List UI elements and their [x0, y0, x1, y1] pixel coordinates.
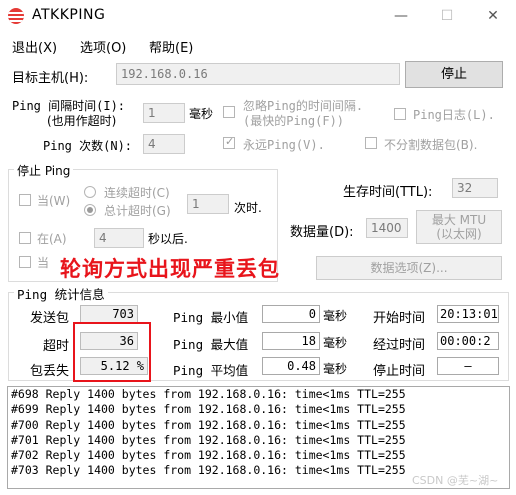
ttl-label: 生存时间(TTL):: [343, 185, 433, 200]
total-timeout-label: 总计超时(G): [104, 204, 171, 218]
log-line: #698 Reply 1400 bytes from 192.168.0.16:…: [11, 387, 406, 401]
data-options-button[interactable]: 数据选项(Z)...: [316, 256, 502, 280]
forever-ping-label: 永远Ping(V).: [243, 138, 325, 152]
watermark: CSDN @芜~湖~: [412, 474, 499, 487]
data-options-label: 数据选项(Z)...: [370, 261, 448, 275]
min-ping-unit: 毫秒: [323, 309, 348, 323]
stop-button[interactable]: 停止: [405, 61, 503, 88]
consecutive-timeout-label: 连续超时(C): [104, 186, 170, 200]
elapsed-time-label: 经过时间: [373, 338, 426, 353]
log-line: #699 Reply 1400 bytes from 192.168.0.16:…: [11, 402, 406, 417]
third-checkbox[interactable]: [19, 256, 31, 268]
app-icon: [8, 8, 24, 24]
no-fragment-label: 不分割数据包(B).: [384, 138, 478, 152]
forever-ping-checkbox[interactable]: [223, 135, 235, 149]
timeout-label: 超时: [43, 339, 70, 354]
log-line: #701 Reply 1400 bytes from 192.168.0.16:…: [11, 432, 406, 447]
close-button[interactable]: ✕: [470, 0, 516, 32]
data-size-input[interactable]: 1400: [366, 218, 408, 238]
start-time-label: 开始时间: [373, 311, 426, 326]
at-label: 在(A): [37, 232, 67, 246]
min-ping-value: 0: [262, 305, 320, 323]
menu-help[interactable]: 帮助(E): [149, 37, 193, 56]
menu-exit[interactable]: 退出(X): [12, 37, 57, 56]
stats-group-title: Ping 统计信息: [14, 284, 108, 303]
interval-unit: 毫秒: [189, 107, 214, 121]
annotation-text: 轮询方式出现严重丢包: [60, 256, 280, 281]
stop-time-label: 停止时间: [373, 364, 426, 379]
timeout-count-input[interactable]: 1: [187, 194, 229, 214]
elapsed-time-value: 00:00:2: [437, 332, 499, 350]
ignore-interval-checkbox[interactable]: [223, 106, 235, 118]
ignore-interval-sub: (最快的Ping(F)): [243, 114, 345, 128]
loss-highlight-box: [73, 322, 151, 382]
third-label: 当: [37, 256, 50, 270]
max-ping-unit: 毫秒: [323, 336, 348, 350]
sent-value: 703: [80, 305, 138, 323]
menu-options[interactable]: 选项(O): [80, 37, 126, 56]
ttl-input[interactable]: 32: [452, 178, 498, 198]
avg-ping-value: 0.48: [262, 357, 320, 375]
when-label: 当(W): [37, 194, 71, 208]
when-checkbox[interactable]: [19, 194, 31, 206]
at-seconds-input[interactable]: 4: [94, 228, 144, 248]
start-time-value: 20:13:01: [437, 305, 499, 323]
min-ping-label: Ping 最小值: [173, 310, 249, 325]
avg-ping-label: Ping 平均值: [173, 363, 249, 378]
interval-label-sub: (也用作超时): [47, 114, 117, 128]
ping-log-label: Ping日志(L).: [413, 108, 495, 122]
at-checkbox[interactable]: [19, 232, 31, 244]
log-line: #700 Reply 1400 bytes from 192.168.0.16:…: [11, 417, 406, 432]
count-input[interactable]: 4: [143, 134, 185, 154]
target-host-label: 目标主机(H):: [12, 71, 89, 86]
count-label: Ping 次数(N):: [43, 139, 133, 153]
data-size-label: 数据量(D):: [290, 225, 354, 240]
max-ping-label: Ping 最大值: [173, 337, 249, 352]
max-mtu-line1: 最大 MTU: [431, 213, 487, 227]
ping-log-checkbox[interactable]: [394, 108, 406, 120]
total-timeout-radio[interactable]: [84, 204, 96, 216]
stop-time-value: —: [437, 357, 499, 375]
target-host-input[interactable]: 192.168.0.16: [116, 63, 400, 85]
timeout-count-unit: 次时.: [234, 201, 262, 215]
at-seconds-unit: 秒以后.: [148, 232, 188, 246]
window-title: ATKKPING: [32, 7, 106, 23]
max-ping-value: 18: [262, 332, 320, 350]
sent-label: 发送包: [30, 311, 70, 326]
avg-ping-unit: 毫秒: [323, 362, 348, 376]
consecutive-timeout-radio[interactable]: [84, 186, 96, 198]
max-mtu-line2: (以太网): [436, 227, 482, 241]
loss-label: 包丢失: [30, 364, 70, 379]
interval-input[interactable]: 1: [143, 103, 185, 123]
maximize-button[interactable]: ☐: [424, 0, 470, 32]
no-fragment-checkbox[interactable]: [365, 137, 377, 149]
log-line: #702 Reply 1400 bytes from 192.168.0.16:…: [11, 448, 406, 463]
max-mtu-button[interactable]: 最大 MTU (以太网): [416, 210, 502, 244]
minimize-button[interactable]: —: [378, 0, 424, 32]
stop-ping-group-title: 停止 Ping: [14, 162, 74, 179]
